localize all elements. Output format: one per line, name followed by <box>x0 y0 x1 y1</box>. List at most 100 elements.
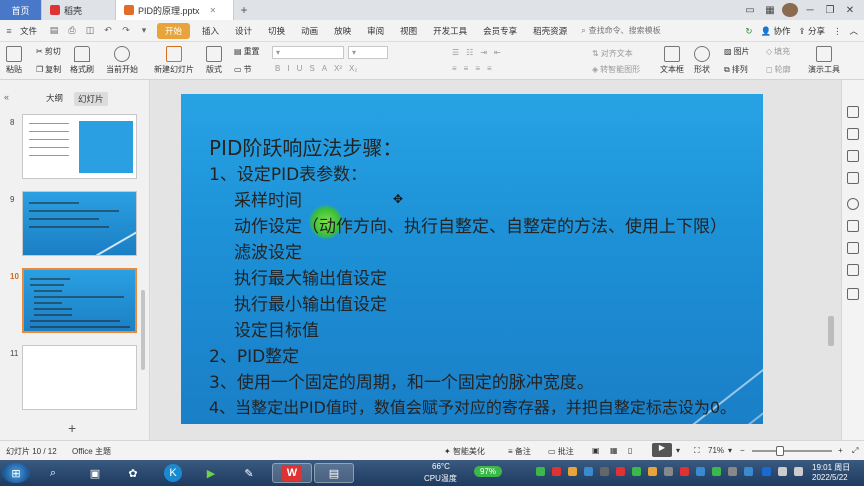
collab-button[interactable]: 👤 协作 <box>760 25 790 37</box>
slide-thumb-11[interactable] <box>22 345 137 410</box>
taskbar-search[interactable]: ⌕ <box>38 463 68 483</box>
dropdown-icon[interactable]: ▾ <box>138 25 150 37</box>
font-color-icon[interactable]: A <box>322 64 327 73</box>
backup-icon[interactable] <box>847 220 859 232</box>
collapse-ribbon-icon[interactable]: ︿ <box>849 25 858 37</box>
align-center-icon[interactable]: ≡ <box>464 64 469 73</box>
menu-developer[interactable]: 开发工具 <box>425 25 475 37</box>
reading-view-icon[interactable]: ▯ <box>628 446 632 455</box>
slide-thumb-9[interactable] <box>22 191 137 256</box>
outline-button[interactable]: ◻ 轮廓 <box>766 64 791 75</box>
shape-button[interactable]: 形状 <box>694 46 710 75</box>
notes-button[interactable]: ≡ 备注 <box>508 446 531 457</box>
help-icon[interactable] <box>847 198 859 210</box>
outdent-icon[interactable]: ⇤ <box>494 48 501 57</box>
tray-app-icon-12[interactable] <box>712 467 721 476</box>
copy-button[interactable]: ❐ 复制 <box>36 64 61 75</box>
bullet-list-icon[interactable]: ☰ <box>452 48 459 57</box>
font-family-select[interactable]: ▾ <box>272 46 344 59</box>
add-slide-button[interactable]: + <box>68 420 76 436</box>
preview-icon[interactable]: ◫ <box>84 25 96 37</box>
menu-member[interactable]: 会员专享 <box>475 25 525 37</box>
cube-icon[interactable] <box>847 264 859 276</box>
paste-button[interactable]: 粘贴 <box>6 46 22 75</box>
share-button[interactable]: ⇪ 分享 <box>798 25 825 37</box>
menu-animation[interactable]: 动画 <box>293 25 326 37</box>
superscript-icon[interactable]: X² <box>334 64 342 73</box>
tray-app-icon-5[interactable] <box>600 467 609 476</box>
tray-app-icon-4[interactable] <box>584 467 593 476</box>
history-icon[interactable] <box>847 242 859 254</box>
tray-app-icon-1[interactable] <box>536 467 545 476</box>
normal-view-icon[interactable]: ▣ <box>592 446 600 455</box>
collapse-panel-icon[interactable]: « <box>4 92 9 102</box>
align-right-icon[interactable]: ≡ <box>475 64 480 73</box>
menu-review[interactable]: 审阅 <box>359 25 392 37</box>
tab-home[interactable]: 首页 <box>0 0 42 20</box>
reset-button[interactable]: ▤ 重置 <box>234 46 260 57</box>
zoom-slider-thumb[interactable] <box>776 446 784 456</box>
network-icon[interactable] <box>778 467 787 476</box>
zoom-level[interactable]: 71% <box>708 446 724 455</box>
tray-app-icon-7[interactable] <box>632 467 641 476</box>
bold-icon[interactable]: B <box>275 64 280 73</box>
fullscreen-icon[interactable]: ⤢ <box>852 446 858 456</box>
fill-button[interactable]: ◇ 填充 <box>766 46 790 57</box>
picture-button[interactable]: ▨ 图片 <box>724 46 750 57</box>
new-slide-button[interactable]: 新建幻灯片 <box>154 46 194 75</box>
menu-docer[interactable]: 稻壳资源 <box>525 25 575 37</box>
properties-icon[interactable] <box>847 106 859 118</box>
tray-app-icon-14[interactable] <box>744 467 753 476</box>
close-tab-icon[interactable]: ✕ <box>210 6 217 15</box>
menu-design[interactable]: 设计 <box>227 25 260 37</box>
bluetooth-icon[interactable] <box>762 467 771 476</box>
tray-app-icon-2[interactable] <box>552 467 561 476</box>
slide-thumb-8[interactable] <box>22 114 137 179</box>
canvas-scrollbar[interactable] <box>828 316 834 346</box>
panel-scrollbar[interactable] <box>141 290 145 370</box>
zoom-in-button[interactable]: + <box>838 446 843 455</box>
fit-icon[interactable]: ⛶ <box>694 446 700 456</box>
section-button[interactable]: ▭ 节 <box>234 64 252 75</box>
sorter-view-icon[interactable]: ▦ <box>610 446 618 455</box>
arrange-button[interactable]: ⧉ 排列 <box>724 64 748 75</box>
zoom-out-button[interactable]: − <box>740 446 745 455</box>
undo-icon[interactable]: ↶ <box>102 25 114 37</box>
restore-icon[interactable]: ❐ <box>822 5 838 16</box>
select-icon[interactable] <box>847 128 859 140</box>
menu-insert[interactable]: 插入 <box>194 25 227 37</box>
window-icon[interactable] <box>847 288 859 300</box>
slideshow-button[interactable]: ▶ <box>652 443 672 457</box>
slide-thumb-10[interactable] <box>22 268 137 333</box>
layout-button[interactable]: 版式 <box>206 46 222 75</box>
new-tab-button[interactable]: + <box>234 0 254 20</box>
clock-date[interactable]: 2022/5/22 <box>812 473 848 482</box>
menu-file[interactable]: 文件 <box>18 25 45 37</box>
avatar[interactable] <box>782 3 798 17</box>
menu-slideshow[interactable]: 放映 <box>326 25 359 37</box>
align-left-icon[interactable]: ≡ <box>452 64 457 73</box>
hamburger-icon[interactable]: ≡ <box>3 25 15 37</box>
smart-beautify-button[interactable]: ✦ 智能美化 <box>444 446 485 457</box>
grid-icon[interactable]: ▦ <box>762 5 778 16</box>
numbered-list-icon[interactable]: ☷ <box>466 48 473 57</box>
justify-icon[interactable]: ≡ <box>487 64 492 73</box>
tab-slides[interactable]: 幻灯片 <box>74 92 108 106</box>
zoom-slider[interactable] <box>752 446 832 456</box>
text-align-button[interactable]: ⇅ 对齐文本 <box>592 48 633 59</box>
taskbar-media[interactable]: ▶ <box>196 463 226 483</box>
taskbar-wps[interactable]: W <box>272 463 312 483</box>
taskbar-explorer[interactable]: ▣ <box>80 463 110 483</box>
indent-icon[interactable]: ⇥ <box>480 48 487 57</box>
slideshow-dropdown-icon[interactable]: ▾ <box>676 446 680 455</box>
convert-smartart-button[interactable]: ◈ 转智能图形 <box>592 64 640 75</box>
cut-button[interactable]: ✂ 剪切 <box>36 46 61 57</box>
print-icon[interactable]: ⎙ <box>66 25 78 37</box>
tray-app-icon-3[interactable] <box>568 467 577 476</box>
present-tools-button[interactable]: 演示工具 <box>808 46 840 75</box>
zoom-dropdown-icon[interactable]: ▾ <box>728 446 732 455</box>
menu-transition[interactable]: 切换 <box>260 25 293 37</box>
tray-app-icon-9[interactable] <box>664 467 673 476</box>
tools-icon[interactable] <box>847 172 859 184</box>
taskbar-app-flower[interactable]: ✿ <box>118 463 148 483</box>
